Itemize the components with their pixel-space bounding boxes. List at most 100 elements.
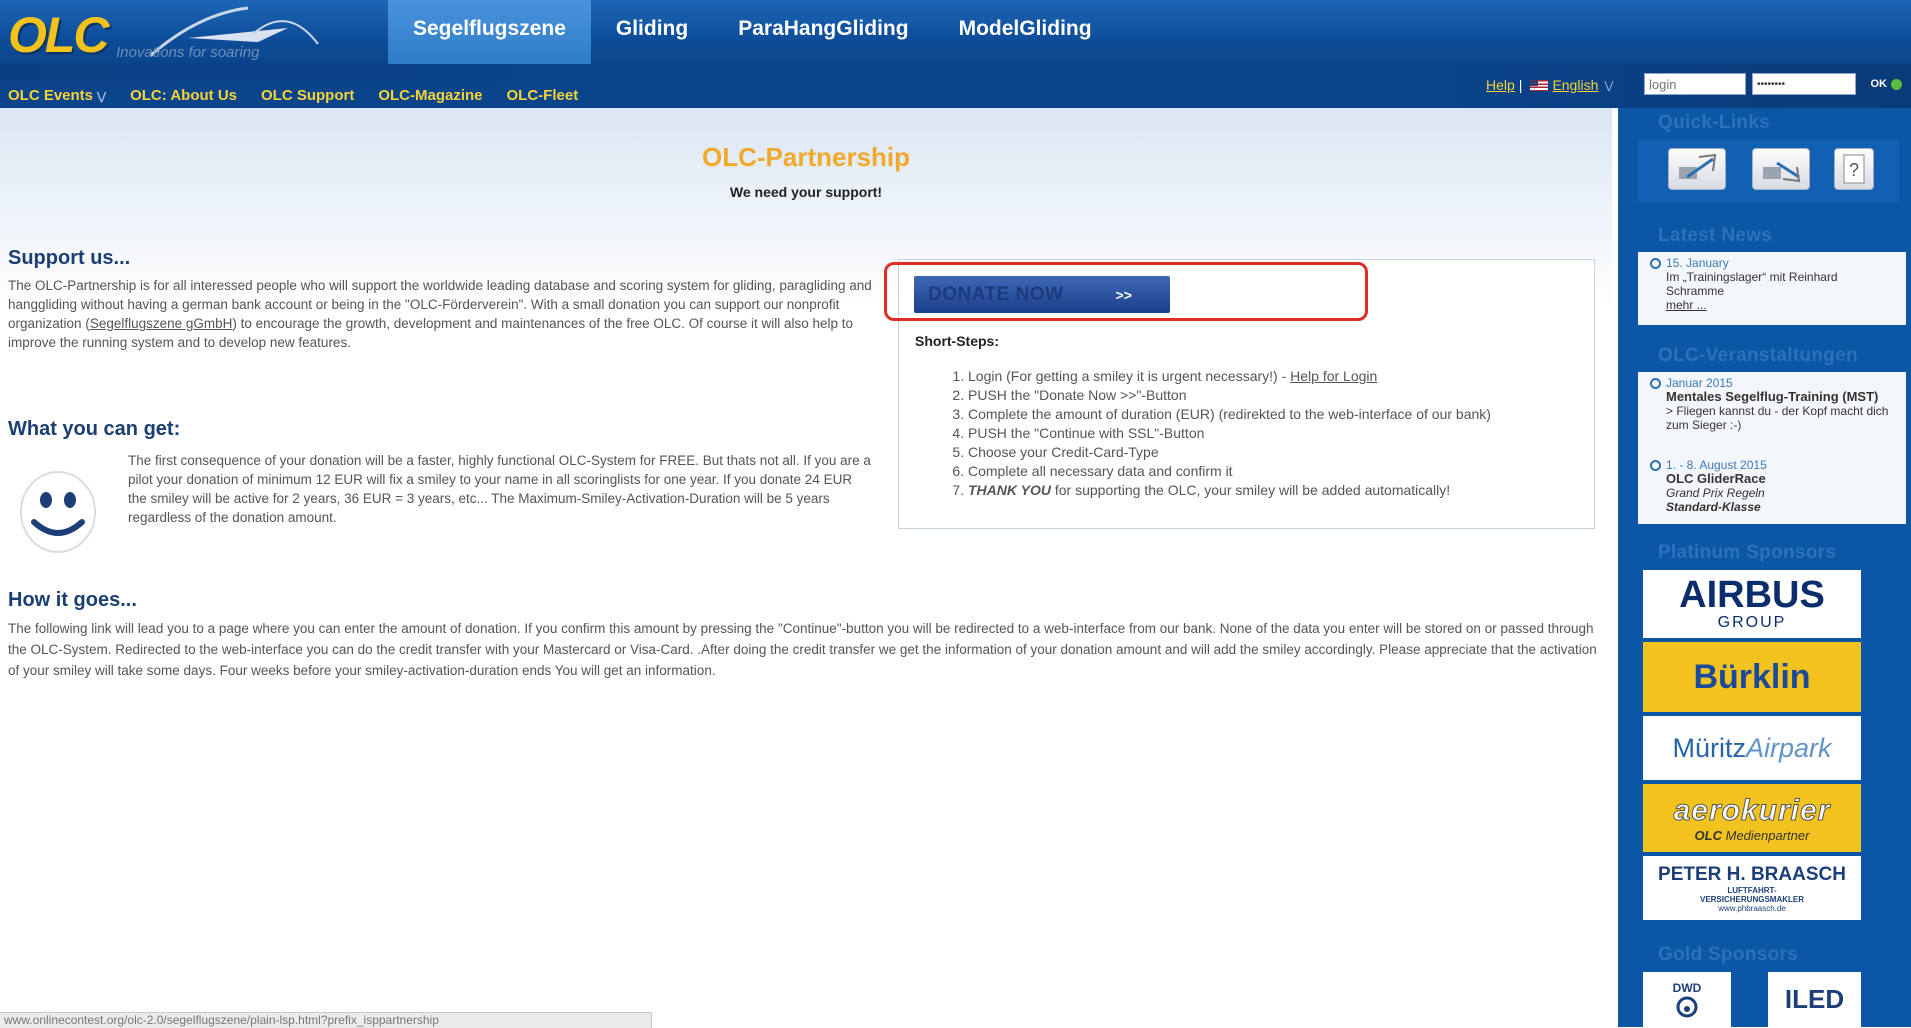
- news-more-link[interactable]: mehr ...: [1666, 298, 1707, 312]
- news-date: 15. January: [1666, 256, 1729, 270]
- tab-gliding[interactable]: Gliding: [591, 0, 713, 64]
- utility-nav: Help | English ⋁: [1486, 73, 1613, 97]
- sponsor-iled[interactable]: ILED: [1768, 972, 1861, 1027]
- aerokurier-logo-text: aerokurier: [1673, 793, 1831, 827]
- help-icon: ?: [1843, 154, 1865, 184]
- sponsor-braasch[interactable]: PETER H. BRAASCH LUFTFAHRT- VERSICHERUNG…: [1643, 856, 1861, 920]
- smiley-icon: [20, 471, 96, 553]
- event-item-1[interactable]: Januar 2015 Mentales Segelflug-Training …: [1650, 376, 1894, 432]
- sponsor-burklin[interactable]: Bürklin: [1643, 642, 1861, 712]
- braasch-sub-1: LUFTFAHRT-: [1727, 885, 1777, 895]
- step-3: Complete the amount of duration (EUR) (r…: [968, 405, 1491, 424]
- step-7-text: for supporting the OLC, your smiley will…: [1050, 482, 1451, 498]
- what-you-get-heading: What you can get:: [8, 418, 181, 440]
- dwd-logo-text: DWD: [1672, 980, 1702, 995]
- event-title: OLC GliderRace: [1666, 471, 1766, 486]
- sponsor-muritz-airpark[interactable]: Müritz Airpark: [1643, 716, 1861, 780]
- glider-list-icon: [1763, 161, 1801, 183]
- login-ok-button[interactable]: OK: [1858, 74, 1902, 94]
- bullet-icon: [1650, 378, 1661, 389]
- sponsor-airbus[interactable]: AIRBUS GROUP: [1643, 570, 1861, 638]
- latest-news-heading: Latest News: [1658, 225, 1773, 246]
- iled-logo-text: ILED: [1784, 984, 1845, 1014]
- event-desc-2: Standard-Klasse: [1666, 500, 1761, 514]
- svg-text:?: ?: [1849, 160, 1859, 180]
- quick-links-heading: Quick-Links: [1658, 112, 1771, 133]
- glider-upload-icon: [1679, 153, 1717, 179]
- support-heading: Support us...: [8, 247, 131, 269]
- aerokurier-olc-text: OLC: [1694, 827, 1722, 843]
- braasch-logo-text: PETER H. BRAASCH: [1658, 863, 1846, 885]
- segelflugszene-link[interactable]: Segelflugszene gGmbH: [90, 316, 233, 331]
- event-title: Mentales Segelflug-Training (MST): [1666, 389, 1879, 404]
- subnav-olc-support[interactable]: OLC Support: [261, 87, 354, 104]
- chevron-down-icon: ⋁: [97, 90, 107, 103]
- top-navigation-bar: OLC Inovations for soaring Segelflugszen…: [0, 0, 1911, 64]
- tab-modelgliding[interactable]: ModelGliding: [934, 0, 1117, 64]
- subnav-olc-fleet[interactable]: OLC-Fleet: [507, 87, 579, 104]
- quick-link-flight-list[interactable]: [1752, 148, 1810, 190]
- language-link[interactable]: English: [1552, 77, 1598, 93]
- login-input[interactable]: [1644, 73, 1746, 95]
- subnav-olc-events[interactable]: OLC Events ⋁: [8, 87, 106, 104]
- password-input[interactable]: [1752, 73, 1856, 95]
- us-flag-icon: [1530, 79, 1549, 91]
- short-steps-title: Short-Steps:: [915, 333, 999, 349]
- quick-link-flight-upload[interactable]: [1668, 148, 1726, 190]
- event-desc: > Fliegen kannst du - der Kopf macht dic…: [1666, 404, 1889, 432]
- support-text: The OLC-Partnership is for all interesse…: [8, 276, 878, 352]
- how-it-goes-text: The following link will lead you to a pa…: [8, 621, 1597, 678]
- airpark-logo-text: Airpark: [1745, 732, 1832, 763]
- tab-segelflugszene[interactable]: Segelflugszene: [388, 0, 591, 64]
- step-7: THANK YOU for supporting the OLC, your s…: [968, 481, 1491, 500]
- sub-navigation: OLC Events ⋁ OLC: About Us OLC Support OL…: [0, 82, 616, 108]
- ok-label: OK: [1870, 78, 1888, 90]
- step-1-text: Login (For getting a smiley it is urgent…: [968, 368, 1291, 384]
- dwd-logo-icon: [1676, 996, 1698, 1017]
- platinum-sponsors-heading: Platinum Sponsors: [1658, 542, 1837, 563]
- airbus-group-text: GROUP: [1717, 614, 1787, 631]
- go-icon: [1891, 78, 1902, 90]
- gold-sponsors-heading: Gold Sponsors: [1658, 944, 1799, 965]
- step-1: Login (For getting a smiley it is urgent…: [968, 367, 1491, 386]
- what-you-get-text: The first consequence of your donation w…: [128, 453, 871, 525]
- olc-logo[interactable]: OLC Inovations for soaring: [8, 4, 368, 64]
- events-heading: OLC-Veranstaltungen: [1658, 345, 1858, 366]
- sponsor-dwd[interactable]: DWD: [1643, 972, 1731, 1027]
- logo-text: OLC: [8, 7, 110, 63]
- subnav-olc-magazine[interactable]: OLC-Magazine: [378, 87, 482, 104]
- step-6: Complete all necessary data and confirm …: [968, 462, 1491, 481]
- tab-parahanggliding[interactable]: ParaHangGliding: [713, 0, 933, 64]
- page-title: OLC-Partnership: [701, 142, 911, 172]
- braasch-url: www.phbraasch.de: [1718, 903, 1786, 913]
- browser-status-bar: www.onlinecontest.org/olc-2.0/segelflugs…: [0, 1012, 652, 1028]
- event-date: 1. - 8. August 2015: [1666, 458, 1767, 472]
- burklin-logo-text: Bürklin: [1693, 657, 1811, 696]
- help-for-login-link[interactable]: Help for Login: [1290, 368, 1377, 384]
- highlight-annotation: [884, 262, 1368, 321]
- chevron-down-icon: ⋁: [1604, 79, 1614, 92]
- thank-you-text: THANK YOU: [968, 482, 1051, 498]
- quick-link-help[interactable]: ?: [1834, 148, 1874, 190]
- news-item: 15. January Im „Trainingslager“ mit Rein…: [1650, 256, 1894, 312]
- airbus-logo-text: AIRBUS: [1679, 574, 1825, 616]
- news-text: Im „Trainingslager“ mit Reinhard Schramm…: [1666, 270, 1838, 298]
- step-4: PUSH the "Continue with SSL"-Button: [968, 424, 1491, 443]
- event-date: Januar 2015: [1666, 376, 1733, 390]
- sponsor-aerokurier[interactable]: aerokurier OLC Medienpartner: [1643, 784, 1861, 852]
- page-subtitle: We need your support!: [729, 184, 883, 200]
- event-desc: Grand Prix Regeln: [1666, 486, 1765, 500]
- step-2: PUSH the "Donate Now >>"-Button: [968, 386, 1491, 405]
- subnav-about-us[interactable]: OLC: About Us: [130, 87, 237, 104]
- event-item-2[interactable]: 1. - 8. August 2015 OLC GliderRace Grand…: [1650, 458, 1894, 514]
- main-tabs: Segelflugszene Gliding ParaHangGliding M…: [388, 0, 1117, 64]
- help-link[interactable]: Help: [1486, 77, 1515, 93]
- how-it-goes-heading: How it goes...: [8, 589, 137, 611]
- step-5: Choose your Credit-Card-Type: [968, 443, 1491, 462]
- braasch-sub-2: VERSICHERUNGSMAKLER: [1699, 894, 1804, 904]
- subnav-olc-events-label: OLC Events: [8, 86, 94, 104]
- logo-tagline: Inovations for soaring: [116, 44, 260, 61]
- bullet-icon: [1650, 258, 1661, 269]
- bullet-icon: [1650, 460, 1661, 471]
- short-steps-list: Login (For getting a smiley it is urgent…: [940, 367, 1491, 500]
